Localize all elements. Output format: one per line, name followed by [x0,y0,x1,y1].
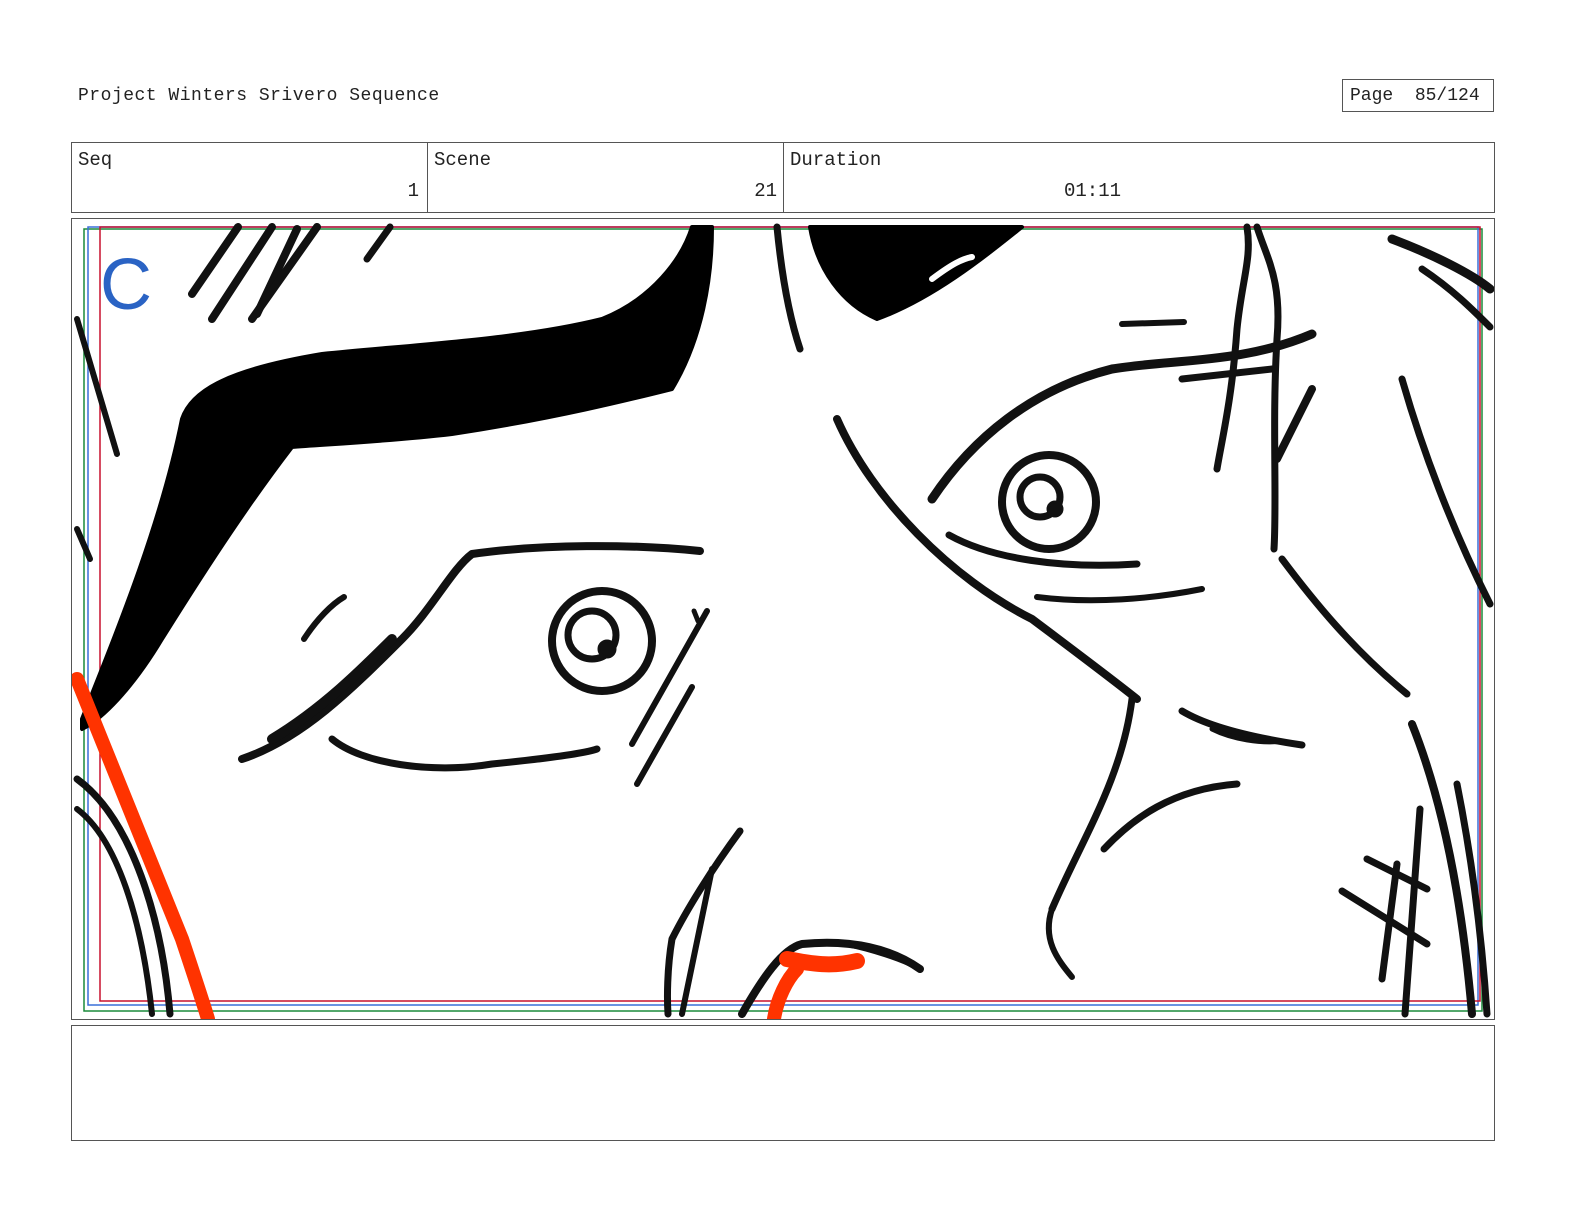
seq-cell: Seq 1 [72,143,428,212]
scene-cell: Scene 21 [428,143,784,212]
red-strokes [72,672,865,1019]
page-label: Page [1350,85,1394,106]
seq-label: Seq [78,149,113,171]
seq-value: 1 [407,180,419,202]
duration-value: 01:11 [1064,180,1122,202]
sketch-drawing [72,223,1494,1019]
page-number: 85/124 [1414,85,1480,106]
duration-label: Duration [790,149,882,171]
page-indicator: Page 85/124 [1342,79,1494,112]
duration-cell: Duration 01:11 [784,143,1494,212]
page-spacer [1393,86,1415,106]
storyboard-panel: C [71,218,1495,1020]
ink-strokes [73,223,1494,1018]
notes-box[interactable] [71,1025,1495,1141]
scene-value: 21 [754,180,777,202]
info-table: Seq 1 Scene 21 Duration 01:11 [71,142,1495,213]
panel-letter: C [100,245,152,325]
scene-label: Scene [434,149,492,171]
project-title: Project Winters Srivero Sequence [78,86,440,106]
